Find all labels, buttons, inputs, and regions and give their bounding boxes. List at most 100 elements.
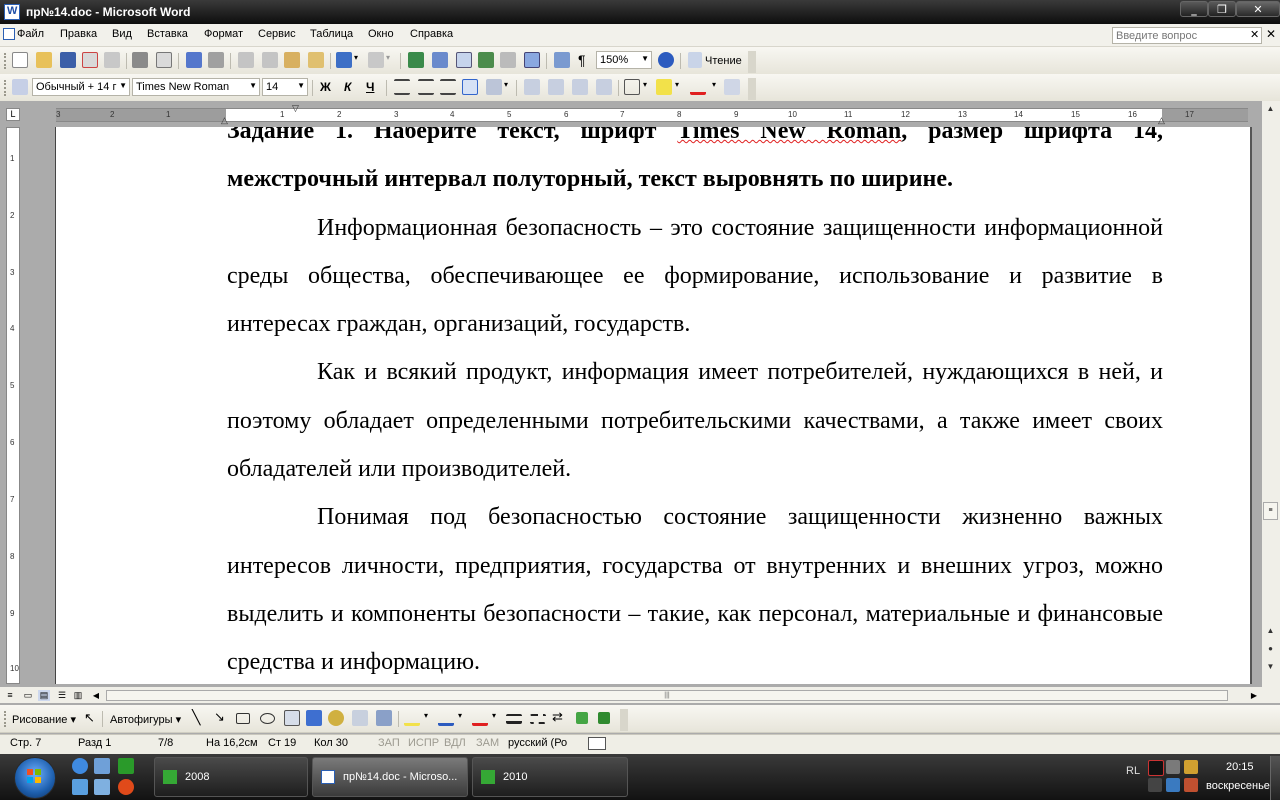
document-page[interactable]: Задание 1. Наберите текст, шрифт Times N… — [55, 127, 1250, 684]
insert-excel-icon[interactable] — [478, 52, 494, 68]
scroll-up-icon[interactable]: ▲ — [1263, 101, 1278, 117]
new-document-icon[interactable] — [12, 52, 28, 68]
autoshapes-menu-button[interactable]: Автофигуры ▾ — [110, 713, 181, 726]
tray-update-icon[interactable] — [1166, 778, 1180, 792]
line-style-icon[interactable] — [506, 714, 522, 724]
diagram-icon[interactable] — [328, 710, 344, 726]
taskbar-item-word[interactable]: пр№14.doc - Microso... — [312, 757, 468, 797]
horizontal-ruler[interactable]: 3 2 1 1 2 3 4 5 6 7 8 9 10 11 12 13 14 1… — [56, 108, 1248, 122]
document-body[interactable]: Задание 1. Наберите текст, шрифт Times N… — [227, 127, 1163, 684]
print-layout-icon[interactable]: ▤ — [38, 690, 50, 701]
drawing-icon[interactable] — [524, 52, 540, 68]
menu-view[interactable]: Вид — [112, 28, 132, 40]
fill-color-dropdown-icon[interactable]: ▾ — [424, 711, 428, 720]
styles-formatting-icon[interactable] — [12, 79, 28, 95]
ask-question-input[interactable]: Введите вопрос — [1112, 27, 1262, 44]
outline-view-icon[interactable]: ☰ — [56, 690, 68, 701]
line-spacing-dropdown-icon[interactable]: ▾ — [504, 80, 508, 89]
wordart-icon[interactable] — [306, 710, 322, 726]
fill-color-icon[interactable] — [404, 710, 420, 726]
toolbar-grip[interactable] — [4, 711, 10, 727]
normal-view-icon[interactable]: ≡ — [4, 690, 16, 701]
text-box-icon[interactable] — [284, 710, 300, 726]
menu-format[interactable]: Формат — [204, 28, 243, 40]
ask-dropdown-close[interactable]: ✕ — [1250, 28, 1259, 41]
reading-layout-button[interactable]: Чтение — [705, 55, 742, 67]
spelling-status-icon[interactable] — [588, 737, 606, 750]
taskbar-item-2008[interactable]: 2008 — [154, 757, 308, 797]
vertical-scroll-thumb[interactable]: ≡ — [1263, 502, 1278, 520]
bullets-icon[interactable] — [548, 79, 564, 95]
document-close-button[interactable]: ✕ — [1266, 27, 1276, 41]
tray-antivirus-icon[interactable] — [1184, 778, 1198, 792]
status-record-macro[interactable]: ЗАП — [378, 737, 400, 749]
menu-insert[interactable]: Вставка — [147, 28, 188, 40]
media-quicklaunch-icon[interactable] — [72, 779, 88, 795]
left-indent-marker[interactable]: △ — [221, 115, 228, 126]
border-icon[interactable] — [624, 79, 640, 95]
reading-layout-icon[interactable] — [688, 52, 702, 68]
bold-button[interactable]: Ж — [320, 80, 331, 94]
highlight-icon[interactable] — [656, 79, 672, 95]
toolbar-options-icon[interactable] — [748, 51, 756, 73]
reading-view-icon[interactable]: ▥ — [72, 690, 84, 701]
arrow-tool-icon[interactable]: ↘ — [214, 709, 225, 725]
style-combo[interactable]: Обычный + 14 г ▼ — [32, 78, 130, 96]
vertical-ruler[interactable]: 1 2 3 4 5 6 7 8 9 10 — [6, 127, 20, 684]
tray-app-icon[interactable] — [1148, 760, 1164, 776]
undo-dropdown-icon[interactable]: ▾ — [354, 53, 358, 62]
email-icon[interactable] — [104, 52, 120, 68]
toolbar-grip[interactable] — [4, 80, 10, 96]
oval-tool-icon[interactable] — [260, 713, 275, 724]
justify-icon[interactable] — [462, 79, 478, 95]
drawing-font-color-icon[interactable] — [472, 710, 488, 726]
show-formatting-icon[interactable]: ¶ — [578, 52, 586, 68]
drawing-font-color-dropdown-icon[interactable]: ▾ — [492, 711, 496, 720]
undo-icon[interactable] — [336, 52, 352, 68]
columns-icon[interactable] — [500, 52, 516, 68]
dash-style-icon[interactable] — [530, 714, 546, 724]
font-size-combo[interactable]: 14 ▼ — [262, 78, 308, 96]
align-left-icon[interactable] — [394, 79, 410, 95]
cut-icon[interactable] — [238, 52, 254, 68]
web-layout-icon[interactable]: ▭ — [22, 690, 34, 701]
numbering-icon[interactable] — [524, 79, 540, 95]
network-quicklaunch-icon[interactable] — [94, 779, 110, 795]
language-indicator[interactable]: RL — [1126, 765, 1140, 777]
status-overtype[interactable]: ЗАМ — [476, 737, 499, 749]
taskbar-item-2010[interactable]: 2010 — [472, 757, 628, 797]
paste-icon[interactable] — [284, 52, 300, 68]
horizontal-scroll-thumb[interactable]: ||| — [106, 690, 1228, 701]
tray-network-icon[interactable] — [1166, 760, 1180, 774]
menu-tools[interactable]: Сервис — [258, 28, 296, 40]
previous-page-icon[interactable]: ▲ — [1263, 623, 1278, 639]
align-right-icon[interactable] — [440, 79, 456, 95]
open-folder-icon[interactable] — [36, 52, 52, 68]
insert-picture-icon[interactable] — [376, 710, 392, 726]
rectangle-tool-icon[interactable] — [236, 713, 250, 724]
line-spacing-icon[interactable] — [486, 79, 502, 95]
first-line-indent-marker[interactable]: ▽ — [292, 103, 299, 114]
line-tool-icon[interactable]: ╲ — [192, 709, 200, 726]
increase-indent-icon[interactable] — [596, 79, 612, 95]
highlight-dropdown-icon[interactable]: ▾ — [675, 80, 679, 89]
menu-file[interactable]: Файл — [17, 28, 44, 40]
next-page-icon[interactable]: ▼ — [1263, 659, 1278, 675]
print-preview-icon[interactable] — [156, 52, 172, 68]
menu-table[interactable]: Таблица — [310, 28, 353, 40]
document-map-icon[interactable] — [554, 52, 570, 68]
permission-icon[interactable] — [82, 52, 98, 68]
ie-browser-icon[interactable] — [72, 758, 88, 774]
scroll-right-icon[interactable]: ▶ — [1248, 690, 1260, 701]
clip-art-icon[interactable] — [352, 710, 368, 726]
3d-style-icon[interactable] — [598, 712, 610, 724]
tab-selector[interactable]: L — [6, 108, 20, 121]
font-size-dropdown-icon[interactable]: ▼ — [297, 81, 305, 90]
right-indent-marker[interactable]: △ — [1158, 115, 1165, 126]
tray-volume-icon[interactable] — [1148, 778, 1162, 792]
menu-window[interactable]: Окно — [368, 28, 394, 40]
clock-time[interactable]: 20:15 — [1226, 761, 1254, 773]
style-dropdown-icon[interactable]: ▼ — [119, 81, 127, 90]
status-language[interactable]: русский (Ро — [508, 737, 567, 749]
drawing-menu-button[interactable]: Рисование ▾ — [12, 713, 76, 726]
